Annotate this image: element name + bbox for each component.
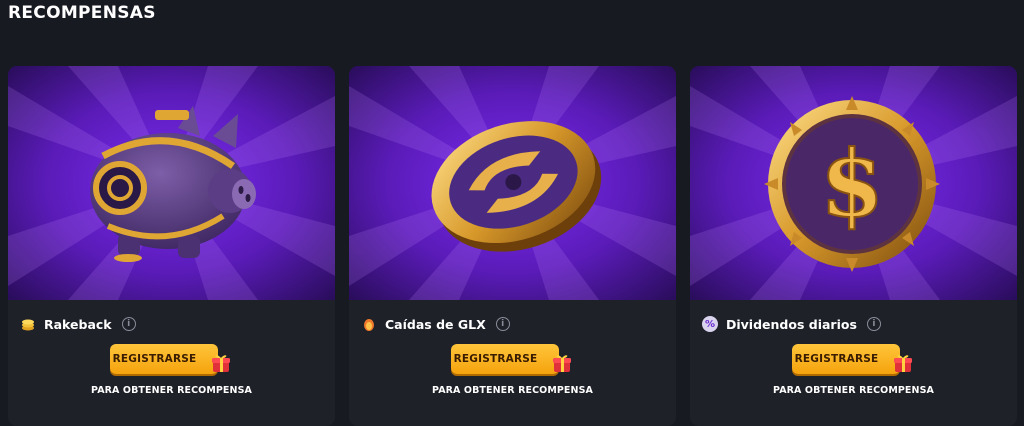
coins-icon	[20, 316, 36, 332]
gift-icon	[551, 352, 573, 374]
reward-name: Dividendos diarios	[726, 316, 857, 332]
info-icon[interactable]: i	[866, 317, 881, 331]
register-button[interactable]: REGISTRARSE	[109, 344, 218, 374]
gift-icon	[892, 352, 914, 374]
percent-icon: %	[702, 316, 718, 332]
piggy-bank-art	[8, 66, 335, 300]
gift-icon	[210, 352, 232, 374]
reward-card-daily-dividends: $ % Dividendos diarios i REGISTRARSE PAR…	[690, 66, 1017, 426]
reward-name: Rakeback	[44, 316, 112, 332]
reward-card-rakeback: Rakeback i REGISTRARSE PARA OBTENER RECO…	[8, 66, 335, 426]
section-title: RECOMPENSAS	[8, 3, 156, 23]
reward-caption: PARA OBTENER RECOMPENSA	[773, 385, 934, 396]
reward-name: Caídas de GLX	[385, 316, 486, 332]
dollar-coin-art: $	[690, 66, 1017, 300]
info-icon[interactable]: i	[495, 317, 510, 331]
flame-egg-icon	[361, 316, 377, 332]
register-button[interactable]: REGISTRARSE	[791, 344, 900, 374]
reward-caption: PARA OBTENER RECOMPENSA	[432, 385, 593, 396]
info-icon[interactable]: i	[121, 317, 136, 331]
reward-caption: PARA OBTENER RECOMPENSA	[91, 385, 252, 396]
reward-title-row: Rakeback i	[20, 314, 136, 334]
reward-title-row: Caídas de GLX i	[361, 314, 510, 334]
rewards-list: Rakeback i REGISTRARSE PARA OBTENER RECO…	[8, 66, 1018, 426]
svg-text:$: $	[820, 130, 884, 238]
reward-title-row: % Dividendos diarios i	[702, 314, 881, 334]
glx-coin-art	[349, 66, 676, 300]
reward-card-glx-drops: Caídas de GLX i REGISTRARSE PARA OBTENER…	[349, 66, 676, 426]
register-button[interactable]: REGISTRARSE	[450, 344, 559, 374]
